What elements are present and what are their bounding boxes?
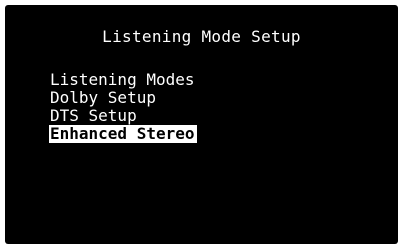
page-title: Listening Mode Setup	[102, 27, 301, 46]
setup-menu: Listening Modes Dolby Setup DTS Setup En…	[49, 71, 197, 143]
menu-item-enhanced-stereo[interactable]: Enhanced Stereo	[49, 125, 197, 143]
menu-item-listening-modes[interactable]: Listening Modes	[49, 71, 197, 89]
menu-item-dts-setup[interactable]: DTS Setup	[49, 107, 139, 125]
menu-item-dolby-setup[interactable]: Dolby Setup	[49, 89, 158, 107]
osd-screen: Listening Mode Setup Listening Modes Dol…	[5, 5, 398, 244]
